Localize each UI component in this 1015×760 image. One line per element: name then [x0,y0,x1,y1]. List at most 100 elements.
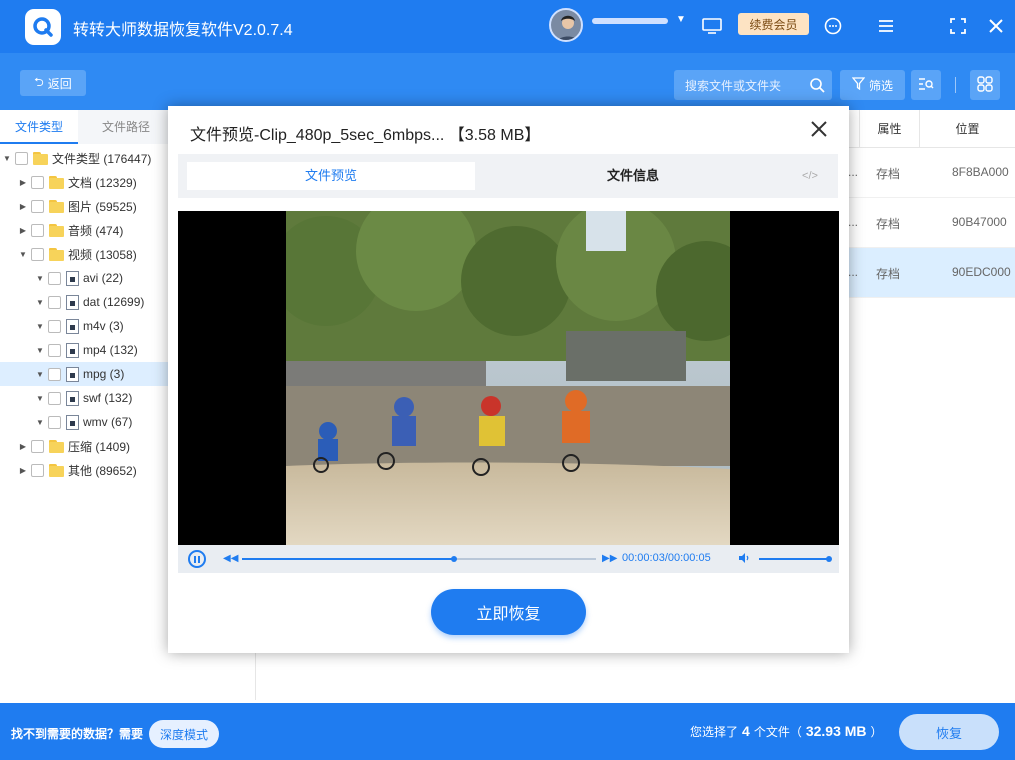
cell-location: 90B47000 [952,215,1007,229]
tree-checkbox[interactable] [31,247,44,261]
expand-right-icon[interactable]: ▶ [18,466,28,475]
video-player[interactable] [178,211,839,545]
cell-attr: 存档 [876,217,901,231]
video-file-icon [66,366,79,382]
video-file-icon [66,294,79,310]
tree-item-label: wmv (67) [83,415,133,429]
monitor-icon[interactable] [698,12,726,40]
tab-file-info[interactable]: 文件信息 [483,162,783,190]
maximize-icon[interactable] [944,12,972,40]
folder-icon [49,439,64,454]
cell-location: 8F8BA000 [952,165,1009,179]
expand-down-icon[interactable]: ▼ [35,394,45,403]
cell-attr: 存档 [876,267,901,281]
video-file-icon [66,390,79,406]
folder-icon [49,463,64,478]
rewind-icon[interactable]: ◀◀ [223,553,238,564]
volume-icon[interactable] [738,552,750,567]
tree-checkbox[interactable] [31,223,44,237]
playback-time: 00:00:03/00:00:05 [622,552,711,564]
toolbar: ⮌ 返回 搜索文件或文件夹 筛选 [0,53,1015,110]
deep-mode-button[interactable]: 深度模式 [149,720,219,748]
tree-checkbox[interactable] [48,415,61,429]
recover-button[interactable]: 恢复 [899,714,999,750]
tree-item-label: 文件类型 (176447) [52,151,152,166]
tree-item-label: 其他 (89652) [68,463,137,478]
filter-label: 筛选 [868,78,893,93]
expand-down-icon[interactable]: ▼ [2,154,12,163]
expand-down-icon[interactable]: ▼ [18,250,28,259]
tree-checkbox[interactable] [15,151,28,165]
selection-summary: 您选择了 4 个文件（ 32.93 MB ） [690,723,883,740]
tree-checkbox[interactable] [48,319,61,333]
title-bar: 转转大师数据恢复软件V2.0.7.4 ▼ 续费会员 [0,0,1015,53]
tree-item-label: 图片 (59525) [68,199,137,214]
user-dropdown-icon[interactable]: ▼ [676,14,686,25]
expand-down-icon[interactable]: ▼ [35,418,45,427]
expand-down-icon[interactable]: ▼ [35,298,45,307]
expand-down-icon[interactable]: ▼ [35,274,45,283]
tree-checkbox[interactable] [48,367,61,381]
tab-code-view[interactable]: </> [795,162,825,190]
cell-attr: 存档 [876,167,901,181]
list-search-icon [918,77,934,94]
progress-slider[interactable] [242,556,596,562]
tree-checkbox[interactable] [48,343,61,357]
column-header-location[interactable]: 位置 [919,110,1015,148]
volume-slider[interactable] [759,556,832,562]
filter-button[interactable]: 筛选 [840,70,905,100]
tree-checkbox[interactable] [48,391,61,405]
tree-item-label: 文档 (12329) [68,175,137,190]
video-frame [286,211,730,545]
search-input[interactable]: 搜索文件或文件夹 [674,70,832,100]
renew-vip-button[interactable]: 续费会员 [738,13,809,35]
video-file-icon [66,318,79,334]
tab-file-type[interactable]: 文件类型 [0,110,78,144]
support-icon[interactable] [819,12,847,40]
expand-down-icon[interactable]: ▼ [35,370,45,379]
toolbar-divider [955,77,956,93]
fast-forward-icon[interactable]: ▶▶ [602,553,617,564]
tree-checkbox[interactable] [48,271,61,285]
tree-item-label: mp4 (132) [83,343,138,357]
tree-item-label: mpg (3) [83,367,125,381]
tree-item-label: dat (12699) [83,295,145,309]
expand-right-icon[interactable]: ▶ [18,178,28,187]
volume-fill [759,558,829,560]
close-icon[interactable] [982,12,1010,40]
tree-checkbox[interactable] [31,463,44,477]
progress-handle[interactable] [451,556,458,562]
footer-question: 找不到需要的数据？需要 [11,727,144,741]
restore-now-button[interactable]: 立即恢复 [431,589,586,635]
search-icon[interactable] [809,77,825,96]
pause-icon[interactable] [188,550,206,568]
folder-icon [49,223,64,238]
avatar[interactable] [549,8,583,42]
cell-ellipsis: ... [848,165,859,179]
tree-item-label: avi (22) [83,271,124,285]
expand-right-icon[interactable]: ▶ [18,442,28,451]
tree-checkbox[interactable] [31,175,44,189]
volume-handle[interactable] [826,556,832,562]
list-search-button[interactable] [911,70,941,100]
column-header-attr[interactable]: 属性 [859,110,919,148]
video-file-icon [66,414,79,430]
file-preview-dialog: 文件预览-Clip_480p_5sec_6mbps... 【3.58 MB】 文… [168,106,849,653]
tree-checkbox[interactable] [48,295,61,309]
search-placeholder: 搜索文件或文件夹 [685,78,782,93]
expand-right-icon[interactable]: ▶ [18,226,28,235]
folder-icon [49,199,64,214]
tree-checkbox[interactable] [31,439,44,453]
player-controls: ◀◀ ▶▶ 00:00:03/00:00:05 [178,545,839,573]
tab-file-preview[interactable]: 文件预览 [187,162,475,190]
menu-icon[interactable] [872,12,900,40]
tree-checkbox[interactable] [31,199,44,213]
tab-file-path[interactable]: 文件路径 [86,110,166,144]
expand-down-icon[interactable]: ▼ [35,346,45,355]
back-button[interactable]: ⮌ 返回 [20,70,86,96]
dialog-close-icon[interactable] [808,118,830,140]
expand-down-icon[interactable]: ▼ [35,322,45,331]
grid-view-icon [977,75,993,95]
grid-view-button[interactable] [970,70,1000,100]
expand-right-icon[interactable]: ▶ [18,202,28,211]
